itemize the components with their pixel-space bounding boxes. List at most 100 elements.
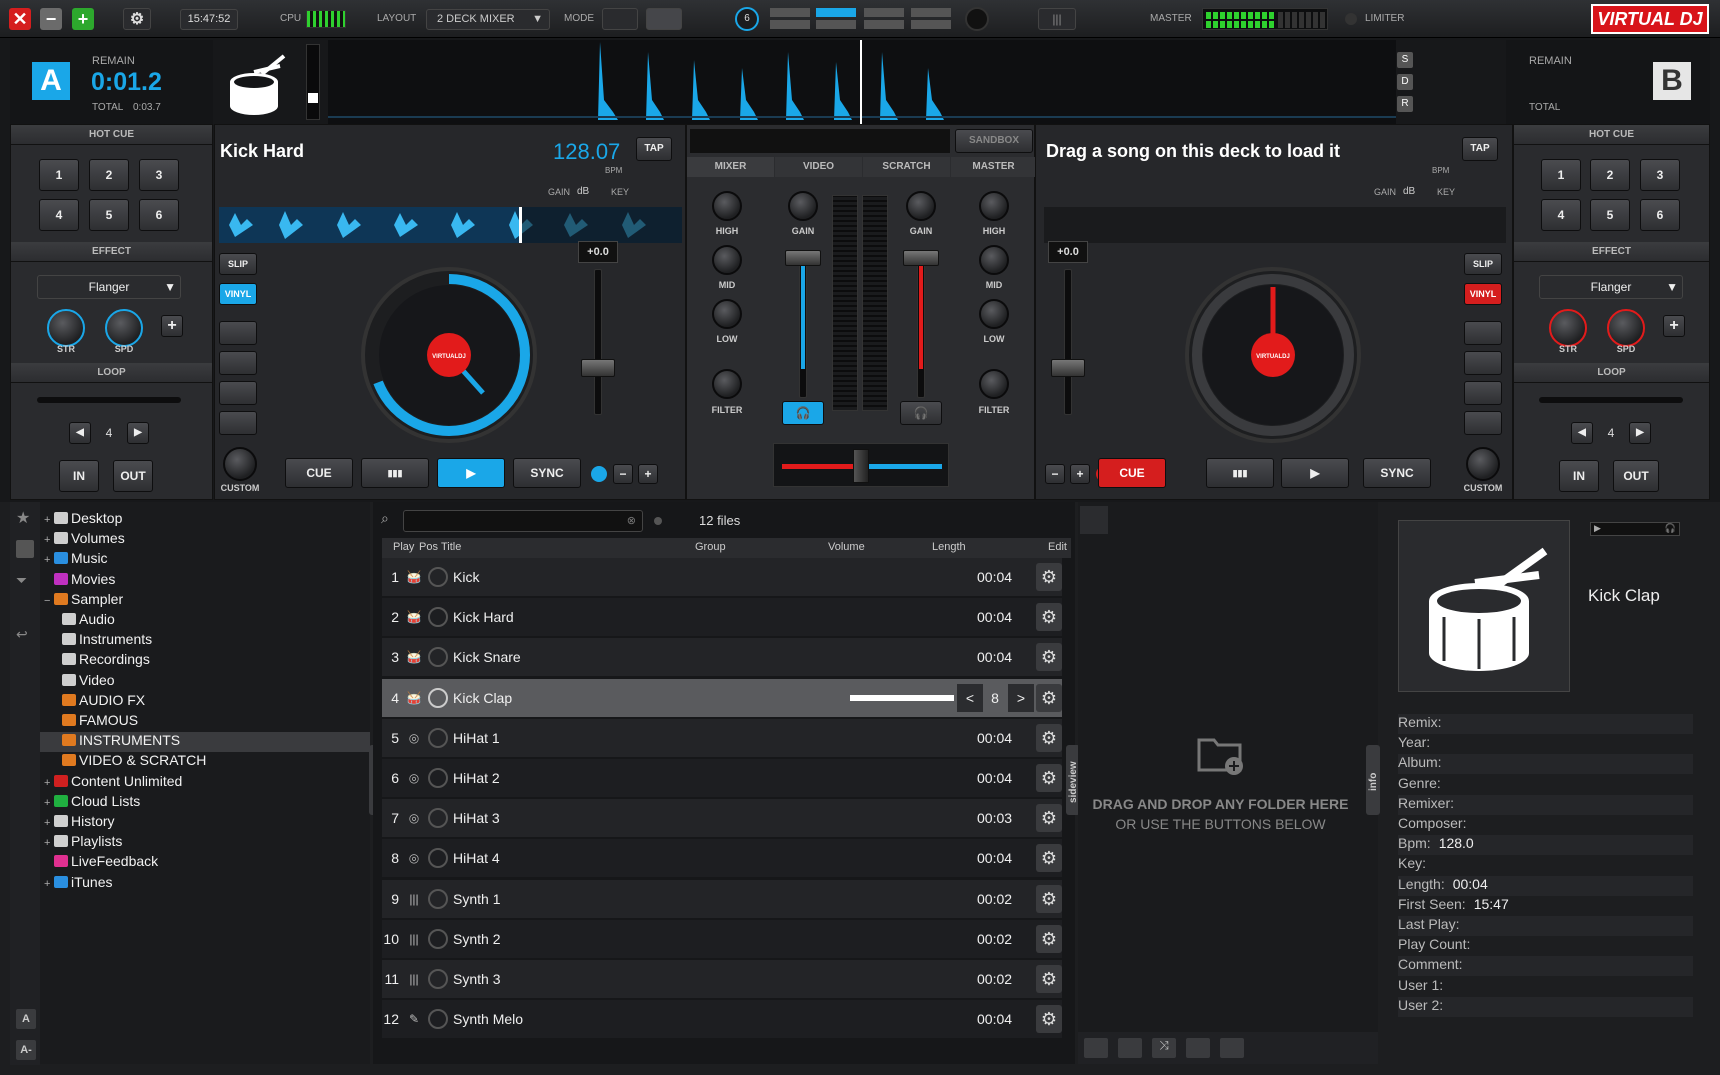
sandbox-button[interactable]: SANDBOX <box>955 129 1033 153</box>
loop-slider[interactable] <box>37 397 181 403</box>
loop-next-button[interactable]: ▶ <box>127 422 149 444</box>
deck-a-pitch-handle[interactable] <box>581 359 615 377</box>
row-edit-gear-icon[interactable]: ⚙ <box>1036 683 1062 712</box>
hotcue-b-4-button[interactable]: 4 <box>1541 199 1581 231</box>
table-row[interactable]: 1 🥁 Kick 00:04 ⚙ <box>382 558 1062 596</box>
filter-b-knob[interactable] <box>979 369 1009 399</box>
table-row[interactable]: 2 🥁 Kick Hard 00:04 ⚙ <box>382 598 1062 637</box>
effect-b-spd-knob[interactable] <box>1607 309 1645 347</box>
hotcue-5-button[interactable]: 5 <box>89 199 129 231</box>
row-next-button[interactable]: > <box>1008 683 1034 712</box>
loop-b-out-button[interactable]: OUT <box>1613 460 1659 492</box>
table-row[interactable]: 7 ◎ HiHat 3 00:03 ⚙ <box>382 799 1062 838</box>
col-play[interactable]: Play <box>393 541 414 553</box>
deck-b-jogwheel[interactable]: VIRTUALDJ <box>1185 267 1361 443</box>
mixer-tab-master[interactable]: MASTER <box>951 157 1036 177</box>
table-row[interactable]: 9 ||| Synth 1 00:02 ⚙ <box>382 879 1062 918</box>
deck-b-custom-knob[interactable] <box>1466 447 1500 481</box>
sample-type-icon[interactable]: ✎ <box>404 1009 424 1029</box>
sideview-mic-icon[interactable] <box>1186 1038 1210 1058</box>
settings-gear-icon[interactable]: ⚙ <box>123 8 151 30</box>
row-edit-gear-icon[interactable]: ⚙ <box>1036 884 1062 913</box>
font-size-minus-icon[interactable]: A- <box>16 1040 36 1060</box>
tree-item-cloud-lists[interactable]: + Cloud Lists <box>44 793 140 813</box>
preview-headphone-icon[interactable]: 🎧 <box>1665 523 1676 534</box>
col-volume[interactable]: Volume <box>828 541 865 553</box>
font-size-small-icon[interactable]: A <box>16 1009 36 1029</box>
limiter-indicator[interactable] <box>1345 13 1357 25</box>
sample-type-icon[interactable]: ◎ <box>404 768 424 788</box>
col-edit[interactable]: Edit <box>1048 541 1067 553</box>
search-input[interactable]: ⊗ <box>403 510 643 532</box>
hotcue-4-button[interactable]: 4 <box>39 199 79 231</box>
tree-item-sampler[interactable]: − Sampler <box>44 591 123 611</box>
col-group[interactable]: Group <box>695 541 726 553</box>
sample-type-icon[interactable]: ||| <box>404 889 424 909</box>
deck-a-jogwheel[interactable]: VIRTUALDJ <box>361 267 537 443</box>
collapse-icon[interactable]: − <box>44 595 54 607</box>
table-row[interactable]: 12 ✎ Synth Melo 00:04 ⚙ <box>382 1000 1062 1039</box>
effect-spd-knob[interactable] <box>105 309 143 347</box>
deck-a-pad-4[interactable] <box>219 411 257 435</box>
sample-type-icon[interactable]: 🥁 <box>404 567 424 587</box>
col-title[interactable]: Title <box>441 541 461 553</box>
tree-item-desktop[interactable]: + Desktop <box>44 510 122 530</box>
filter-a-knob[interactable] <box>712 369 742 399</box>
tree-item-video-scratch[interactable]: VIDEO & SCRATCH <box>62 752 206 772</box>
deck-side-s[interactable]: S <box>1397 52 1413 68</box>
mixer-tab-scratch[interactable]: SCRATCH <box>863 157 950 177</box>
waveform-icon[interactable]: ||| <box>1038 8 1076 30</box>
table-row[interactable]: 5 ◎ HiHat 1 00:04 ⚙ <box>382 718 1062 757</box>
deck-b-slip-button[interactable]: SLIP <box>1464 253 1502 275</box>
loop-b-prev-button[interactable]: ◀ <box>1571 422 1593 444</box>
deck-b-pad-3[interactable] <box>1464 381 1502 405</box>
loop-b-in-button[interactable]: IN <box>1559 460 1599 492</box>
effect-add-button[interactable]: + <box>161 315 183 337</box>
deck-a-play-button[interactable]: ▶ <box>437 458 505 488</box>
deck-a-pad-1[interactable] <box>219 321 257 345</box>
deck-b-pad-2[interactable] <box>1464 351 1502 375</box>
mixer-tab-mixer[interactable]: MIXER <box>687 157 774 177</box>
effect-b-str-knob[interactable] <box>1549 309 1587 347</box>
deck-a-letter[interactable]: A <box>32 62 70 100</box>
sample-type-icon[interactable]: 🥁 <box>404 647 424 667</box>
row-edit-gear-icon[interactable]: ⚙ <box>1036 1005 1062 1034</box>
eq-a-mid-knob[interactable] <box>712 245 742 275</box>
hotcue-b-6-button[interactable]: 6 <box>1640 199 1680 231</box>
sample-type-icon[interactable]: ◎ <box>404 848 424 868</box>
row-edit-gear-icon[interactable]: ⚙ <box>1036 563 1062 591</box>
eq-b-mid-knob[interactable] <box>979 245 1009 275</box>
sample-type-icon[interactable]: ||| <box>404 969 424 989</box>
sideview-list-icon[interactable] <box>1220 1038 1244 1058</box>
deck-b-vinyl-button[interactable]: VINYL <box>1464 283 1502 305</box>
sample-type-icon[interactable]: ◎ <box>404 728 424 748</box>
deck-a-tap-button[interactable]: TAP <box>636 137 672 161</box>
deck-a-pitch-slider[interactable] <box>594 269 602 415</box>
hotcue-b-5-button[interactable]: 5 <box>1590 199 1630 231</box>
sample-type-icon[interactable]: 🥁 <box>404 607 424 627</box>
table-row[interactable]: 3 🥁 Kick Snare 00:04 ⚙ <box>382 638 1062 677</box>
deck-side-r[interactable]: R <box>1397 96 1413 112</box>
expand-icon[interactable]: + <box>44 797 54 809</box>
headphone-b-button[interactable]: 🎧 <box>900 401 942 425</box>
close-button[interactable]: ✕ <box>9 8 31 30</box>
mode-laptop-icon[interactable] <box>602 8 638 30</box>
deck-b-tap-button[interactable]: TAP <box>1462 137 1498 161</box>
clear-search-icon[interactable]: ⊗ <box>627 514 636 527</box>
deck-a-pad-3[interactable] <box>219 381 257 405</box>
back-icon[interactable]: ↩ <box>16 626 34 644</box>
expand-icon[interactable]: + <box>44 554 54 566</box>
loop-slider-b[interactable] <box>1539 397 1683 403</box>
tree-item-famous[interactable]: FAMOUS <box>62 712 138 732</box>
favorites-star-icon[interactable]: ★ <box>16 508 34 527</box>
col-pos[interactable]: Pos <box>419 541 438 553</box>
tree-item-audio[interactable]: Audio <box>62 611 115 631</box>
tree-item-livefeedback[interactable]: LiveFeedback <box>44 853 158 873</box>
deck-side-d[interactable]: D <box>1397 74 1413 90</box>
info-tab[interactable]: info <box>1366 745 1380 815</box>
row-edit-gear-icon[interactable]: ⚙ <box>1036 603 1062 632</box>
row-edit-gear-icon[interactable]: ⚙ <box>1036 924 1062 953</box>
mixer-tab-video[interactable]: VIDEO <box>775 157 862 177</box>
effect-select-b[interactable]: Flanger ▼ <box>1539 275 1683 299</box>
sample-type-icon[interactable]: 🥁 <box>404 688 424 708</box>
